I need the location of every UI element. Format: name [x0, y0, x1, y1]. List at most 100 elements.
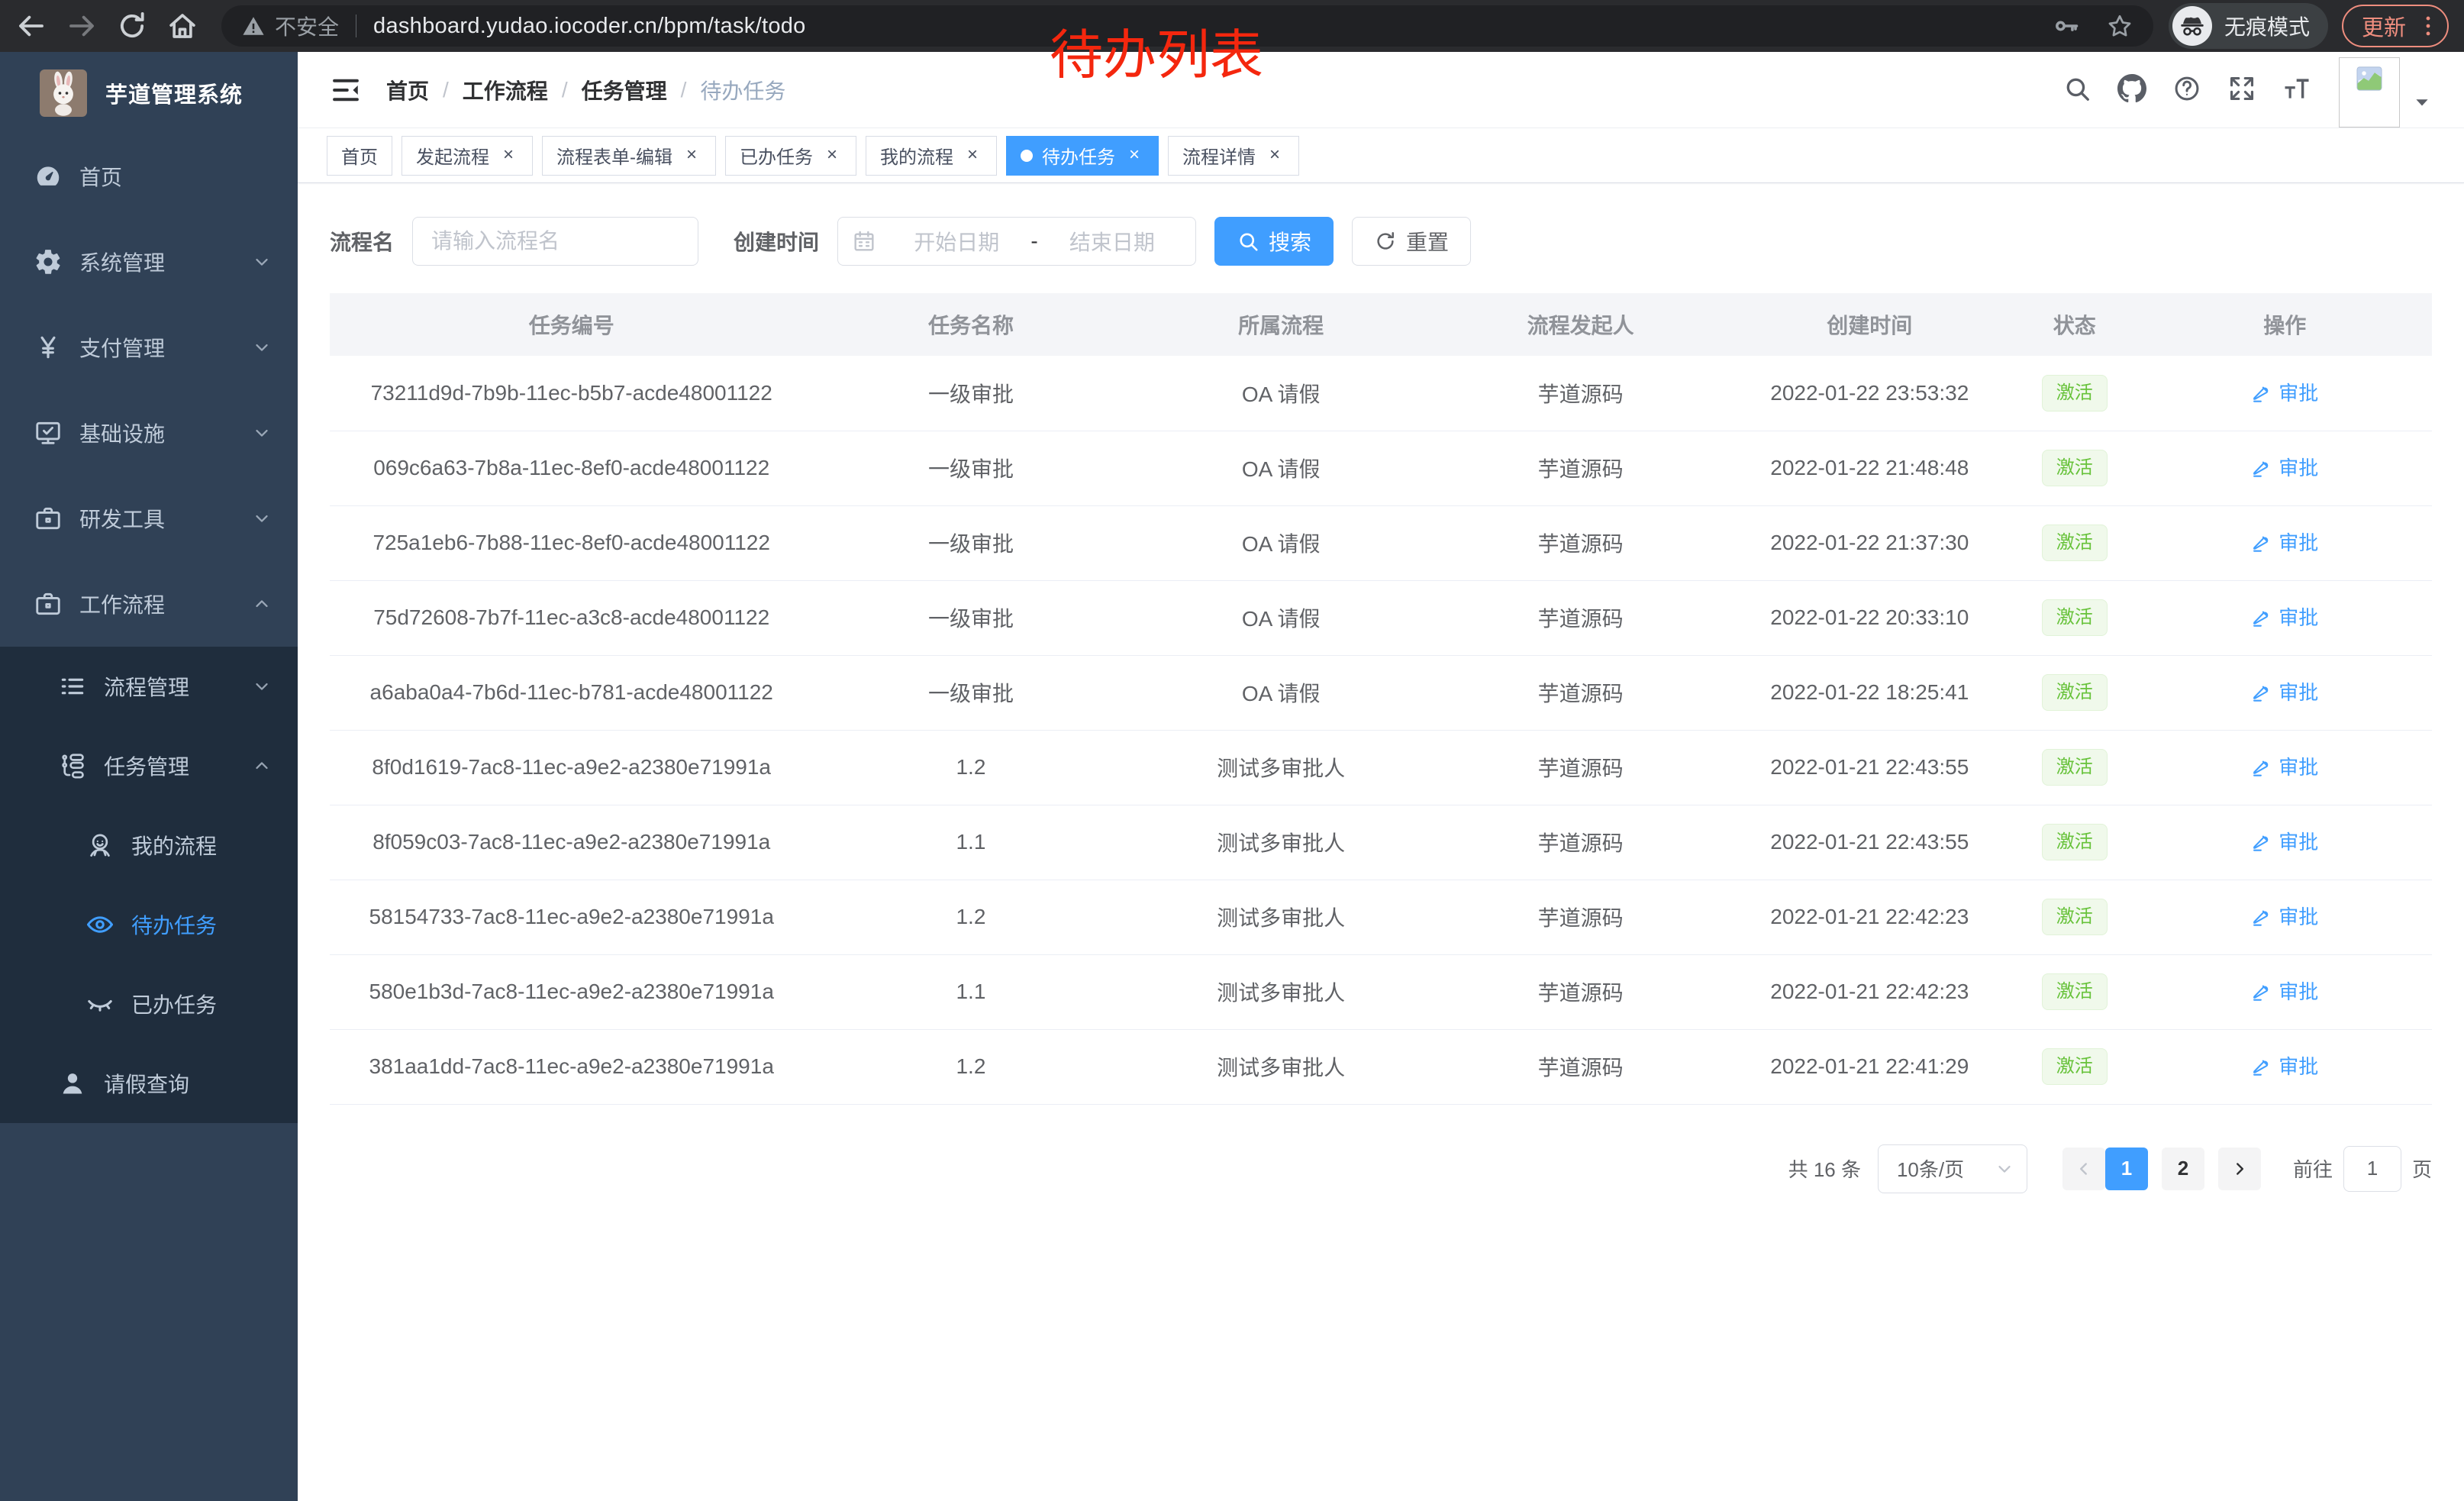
- breadcrumb-item[interactable]: 首页: [386, 75, 429, 105]
- tab-close-icon[interactable]: ×: [498, 146, 518, 166]
- tab-label: 发起流程: [416, 142, 489, 169]
- edit-pencil-icon: [2251, 980, 2272, 1002]
- update-button[interactable]: 更新: [2342, 5, 2449, 47]
- breadcrumb-item[interactable]: 任务管理: [582, 75, 667, 105]
- column-header: 状态: [2011, 293, 2137, 356]
- approve-link[interactable]: 审批: [2251, 902, 2318, 930]
- sidebar-item-workflow[interactable]: 工作流程: [0, 561, 298, 647]
- reset-button[interactable]: 重置: [1352, 217, 1471, 266]
- tab-close-icon[interactable]: ×: [682, 146, 701, 166]
- sidebar-item-home[interactable]: 首页: [0, 134, 298, 219]
- sidebar-item-dev-tools[interactable]: 研发工具: [0, 476, 298, 561]
- avatar-caret-icon[interactable]: [2412, 92, 2432, 112]
- browser-reload-icon[interactable]: [116, 10, 148, 42]
- sidebar-logo[interactable]: 芋道管理系统: [0, 52, 298, 134]
- sidebar-item-label: 系统管理: [79, 247, 165, 277]
- font-size-icon[interactable]: [2282, 74, 2311, 103]
- browser-home-icon[interactable]: [166, 10, 198, 42]
- approve-link[interactable]: 审批: [2251, 1051, 2318, 1080]
- approve-link[interactable]: 审批: [2251, 378, 2318, 406]
- org-tree-icon: [58, 751, 87, 780]
- cell-task-id: 580e1b3d-7ac8-11ec-a9e2-a2380e71991a: [330, 954, 813, 1029]
- github-icon[interactable]: [2117, 74, 2146, 103]
- edit-pencil-icon: [2251, 382, 2272, 403]
- edit-pencil-icon: [2251, 606, 2272, 628]
- tab-home[interactable]: 首页: [327, 136, 392, 176]
- sidebar-item-task-management[interactable]: 任务管理: [0, 726, 298, 805]
- cell-process: 测试多审批人: [1129, 730, 1434, 805]
- sidebar-item-process-management[interactable]: 流程管理: [0, 647, 298, 726]
- tab-done-task[interactable]: 已办任务×: [725, 136, 856, 176]
- security-label[interactable]: 不安全: [275, 11, 339, 41]
- approve-link[interactable]: 审批: [2251, 976, 2318, 1005]
- breadcrumb-item[interactable]: 工作流程: [463, 75, 548, 105]
- start-date-placeholder[interactable]: 开始日期: [887, 226, 1026, 257]
- cell-status: 激活: [2011, 356, 2137, 431]
- search-button[interactable]: 搜索: [1214, 217, 1334, 266]
- tab-close-icon[interactable]: ×: [1265, 146, 1285, 166]
- cell-task-name: 1.1: [813, 954, 1128, 1029]
- search-icon[interactable]: [2062, 74, 2091, 103]
- avatar[interactable]: [2339, 57, 2400, 128]
- address-bar[interactable]: 不安全 dashboard.yudao.iocoder.cn/bpm/task/…: [221, 5, 2153, 47]
- tab-todo-task[interactable]: 待办任务×: [1006, 136, 1159, 176]
- tab-process-detail[interactable]: 流程详情×: [1168, 136, 1299, 176]
- tab-close-icon[interactable]: ×: [822, 146, 842, 166]
- sidebar-item-done-task[interactable]: 已办任务: [0, 964, 298, 1044]
- status-badge: 激活: [2042, 1048, 2108, 1085]
- tab-start-process[interactable]: 发起流程 ×: [402, 136, 533, 176]
- tab-my-process[interactable]: 我的流程×: [866, 136, 997, 176]
- cell-status: 激活: [2011, 805, 2137, 880]
- end-date-placeholder[interactable]: 结束日期: [1043, 226, 1182, 257]
- cell-starter: 芋道源码: [1434, 805, 1728, 880]
- sidebar-item-infrastructure[interactable]: 基础设施: [0, 390, 298, 476]
- cell-action: 审批: [2137, 580, 2432, 655]
- help-icon[interactable]: [2172, 74, 2201, 103]
- sidebar-item-todo-task[interactable]: 待办任务: [0, 885, 298, 964]
- tab-close-icon[interactable]: ×: [1124, 146, 1144, 166]
- browser-forward-icon[interactable]: [66, 10, 98, 42]
- key-icon[interactable]: [2053, 12, 2080, 40]
- tab-close-icon[interactable]: ×: [963, 146, 982, 166]
- goto-page-input[interactable]: [2343, 1146, 2401, 1192]
- approve-link[interactable]: 审批: [2251, 602, 2318, 631]
- approve-link[interactable]: 审批: [2251, 528, 2318, 556]
- cell-status: 激活: [2011, 880, 2137, 954]
- next-page-button[interactable]: [2218, 1148, 2261, 1190]
- cell-task-id: 8f059c03-7ac8-11ec-a9e2-a2380e71991a: [330, 805, 813, 880]
- process-name-input[interactable]: [412, 217, 698, 266]
- status-badge: 激活: [2042, 599, 2108, 636]
- browser-back-icon[interactable]: [15, 10, 47, 42]
- table-row: 580e1b3d-7ac8-11ec-a9e2-a2380e71991a1.1测…: [330, 954, 2432, 1029]
- pagination: 共 16 条 10条/页 12 前往 页: [330, 1144, 2432, 1193]
- page-button-2[interactable]: 2: [2162, 1148, 2204, 1190]
- prev-page-button[interactable]: [2062, 1148, 2105, 1190]
- url-text[interactable]: dashboard.yudao.iocoder.cn/bpm/task/todo: [373, 14, 806, 39]
- approve-link[interactable]: 审批: [2251, 453, 2318, 481]
- bookmark-star-icon[interactable]: [2106, 12, 2133, 40]
- yen-icon: [34, 333, 63, 362]
- browser-menu-icon[interactable]: [2415, 13, 2441, 39]
- fullscreen-icon[interactable]: [2227, 74, 2256, 103]
- sidebar-item-label: 我的流程: [131, 830, 217, 860]
- tab-process-form-edit[interactable]: 流程表单-编辑×: [542, 136, 716, 176]
- sidebar-item-my-process[interactable]: 我的流程: [0, 805, 298, 885]
- date-range-picker[interactable]: 开始日期 - 结束日期: [837, 217, 1196, 266]
- cell-status: 激活: [2011, 730, 2137, 805]
- cell-status: 激活: [2011, 580, 2137, 655]
- cell-process: 测试多审批人: [1129, 954, 1434, 1029]
- sidebar-item-leave-query[interactable]: 请假查询: [0, 1044, 298, 1123]
- page-button-1[interactable]: 1: [2105, 1148, 2148, 1190]
- column-header: 所属流程: [1129, 293, 1434, 356]
- approve-link[interactable]: 审批: [2251, 827, 2318, 855]
- cell-created: 2022-01-22 20:33:10: [1727, 580, 2011, 655]
- approve-link[interactable]: 审批: [2251, 677, 2318, 705]
- table-body: 73211d9d-7b9b-11ec-b5b7-acde48001122一级审批…: [330, 356, 2432, 1104]
- sidebar-toggle-icon[interactable]: [330, 74, 362, 106]
- page-size-select[interactable]: 10条/页: [1878, 1144, 2027, 1193]
- cell-action: 审批: [2137, 1029, 2432, 1104]
- approve-link[interactable]: 审批: [2251, 752, 2318, 780]
- sidebar-item-payment-management[interactable]: 支付管理: [0, 305, 298, 390]
- not-secure-warning-icon[interactable]: [241, 14, 266, 38]
- sidebar-item-system-management[interactable]: 系统管理: [0, 219, 298, 305]
